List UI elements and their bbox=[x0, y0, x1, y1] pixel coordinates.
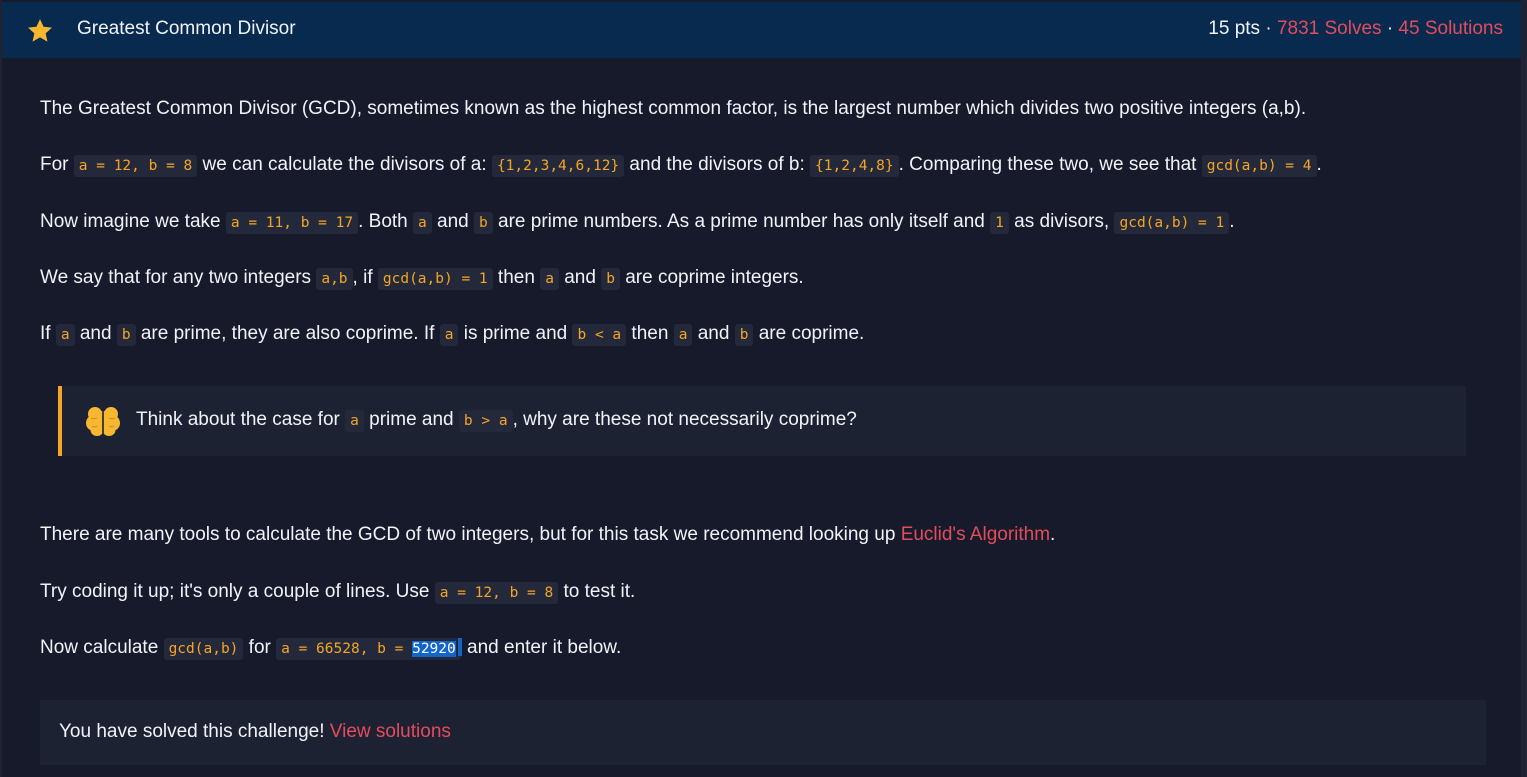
text: , if bbox=[352, 267, 378, 288]
code-text: a = 66528, b = bbox=[281, 641, 413, 657]
euclid-algorithm-link[interactable]: Euclid's Algorithm bbox=[901, 524, 1050, 545]
solutions-link[interactable]: 45 Solutions bbox=[1398, 18, 1503, 39]
paragraph-gcd-definition: The Greatest Common Divisor (GCD), somet… bbox=[40, 98, 1307, 119]
text: . Both bbox=[358, 211, 414, 232]
text: then bbox=[492, 267, 541, 288]
selected-text[interactable]: 52920 bbox=[412, 641, 456, 657]
brain-icon bbox=[86, 407, 120, 436]
code-snippet: b bbox=[116, 324, 136, 346]
code-snippet: b bbox=[474, 212, 493, 234]
hint-callout: Think about the case for a prime and b >… bbox=[58, 386, 1466, 456]
code-snippet: a = 12, b = 8 bbox=[73, 155, 198, 177]
text: . bbox=[1050, 524, 1056, 545]
paragraph-prime-coprime: If a and b are prime, they are also copr… bbox=[40, 320, 864, 349]
code-snippet: {1,2,3,4,6,12} bbox=[491, 155, 625, 177]
code-snippet: gcd(a,b) = 1 bbox=[377, 268, 493, 290]
paragraph-prime-example: Now imagine we take a = 11, b = 17. Both… bbox=[40, 208, 1235, 237]
paragraph-coprime-definition: We say that for any two integers a,b, if… bbox=[40, 264, 804, 293]
code-snippet: gcd(a,b) = 4 bbox=[1201, 155, 1317, 177]
text: If bbox=[40, 323, 56, 344]
code-snippet: a bbox=[673, 324, 693, 346]
text: and the divisors of b: bbox=[624, 154, 811, 175]
text: and bbox=[692, 323, 735, 344]
view-solutions-link[interactable]: View solutions bbox=[330, 721, 451, 742]
code-snippet: gcd(a,b) bbox=[163, 638, 244, 660]
paragraph-task: Now calculate gcd(a,b) for a = 66528, b … bbox=[40, 634, 621, 663]
text: for bbox=[243, 637, 277, 658]
text: we can calculate the divisors of a: bbox=[197, 154, 492, 175]
code-snippet: b > a bbox=[458, 410, 513, 432]
paragraph-tools: There are many tools to calculate the GC… bbox=[40, 521, 1055, 549]
text: is prime and bbox=[458, 323, 573, 344]
challenge-title: Greatest Common Divisor bbox=[77, 18, 296, 39]
code-snippet: a bbox=[413, 212, 432, 234]
solved-banner: You have solved this challenge! View sol… bbox=[40, 700, 1486, 765]
code-snippet: a = 11, b = 17 bbox=[225, 212, 359, 234]
code-snippet: a bbox=[540, 268, 559, 290]
page-frame: Greatest Common Divisor 15 pts · 7831 So… bbox=[0, 0, 1527, 777]
text: Try coding it up; it's only a couple of … bbox=[40, 581, 435, 602]
challenge-header[interactable]: Greatest Common Divisor 15 pts · 7831 So… bbox=[2, 2, 1521, 58]
text: For bbox=[40, 154, 74, 175]
text: We say that for any two integers bbox=[40, 267, 317, 288]
code-snippet: a,b bbox=[316, 268, 353, 290]
code-snippet: gcd(a,b) = 1 bbox=[1114, 212, 1230, 234]
meta-separator: · bbox=[1265, 18, 1272, 39]
text: are prime numbers. As a prime number has… bbox=[492, 211, 991, 232]
text: and bbox=[74, 323, 117, 344]
paragraph-try-coding: Try coding it up; it's only a couple of … bbox=[40, 578, 635, 607]
code-snippet: {1,2,4,8} bbox=[810, 155, 899, 177]
text: and bbox=[558, 267, 602, 288]
code-snippet-selected[interactable]: a = 66528, b = 52920 bbox=[276, 638, 461, 660]
code-snippet: b bbox=[734, 324, 754, 346]
challenge-panel: Greatest Common Divisor 15 pts · 7831 So… bbox=[2, 0, 1521, 777]
code-snippet: 1 bbox=[990, 212, 1009, 234]
text: . bbox=[1229, 211, 1235, 232]
text: You have solved this challenge! bbox=[59, 721, 330, 742]
star-icon[interactable] bbox=[26, 17, 54, 45]
code-snippet: b bbox=[601, 268, 620, 290]
points-label: 15 pts bbox=[1208, 18, 1261, 39]
text: are coprime integers. bbox=[619, 267, 804, 288]
code-snippet: a bbox=[439, 324, 459, 346]
text: prime and bbox=[363, 409, 459, 430]
paragraph-example-12-8: For a = 12, b = 8 we can calculate the d… bbox=[40, 151, 1322, 180]
text: Now calculate bbox=[40, 637, 164, 658]
challenge-meta: 15 pts · 7831 Solves · 45 Solutions bbox=[1208, 18, 1503, 40]
code-snippet: a = 12, b = 8 bbox=[434, 582, 559, 604]
text: and enter it below. bbox=[461, 637, 622, 658]
text: , why are these not necessarily coprime? bbox=[512, 409, 857, 430]
text: to test it. bbox=[558, 581, 636, 602]
text: . Comparing these two, we see that bbox=[898, 154, 1202, 175]
text: Now imagine we take bbox=[40, 211, 226, 232]
text: are prime, they are also coprime. If bbox=[135, 323, 440, 344]
text: then bbox=[626, 323, 674, 344]
text: . bbox=[1316, 154, 1322, 175]
text: Think about the case for bbox=[136, 409, 346, 430]
solved-message: You have solved this challenge! View sol… bbox=[59, 718, 451, 746]
text: as divisors, bbox=[1008, 211, 1115, 232]
text: There are many tools to calculate the GC… bbox=[40, 524, 901, 545]
hint-text: Think about the case for a prime and b >… bbox=[136, 406, 857, 435]
code-snippet: a bbox=[55, 324, 75, 346]
code-snippet: a bbox=[345, 410, 364, 432]
solves-link[interactable]: 7831 Solves bbox=[1277, 18, 1382, 39]
text: are coprime. bbox=[753, 323, 865, 344]
text: and bbox=[431, 211, 475, 232]
code-snippet: b < a bbox=[572, 324, 627, 346]
meta-separator: · bbox=[1386, 18, 1394, 39]
